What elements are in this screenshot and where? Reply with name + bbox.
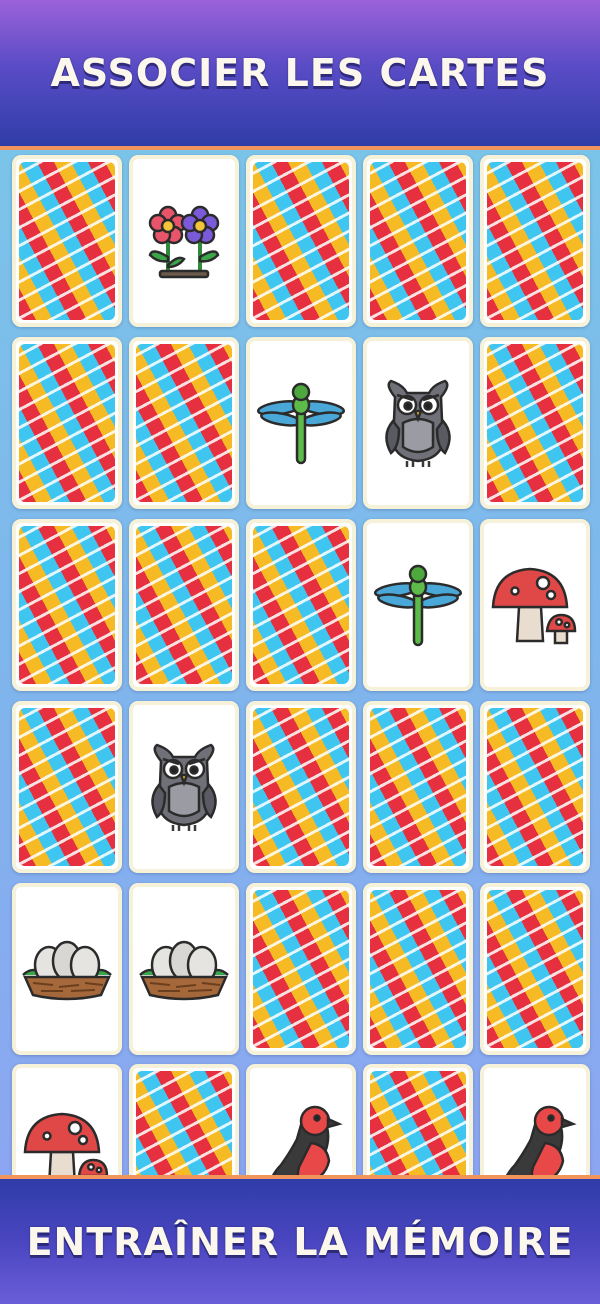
dragonfly-icon xyxy=(253,375,349,471)
card-back-pattern xyxy=(370,162,466,320)
card-face-dragonfly[interactable] xyxy=(363,519,473,691)
eggs-nest-icon xyxy=(19,929,115,1009)
card-back-pattern xyxy=(370,890,466,1048)
owl-icon xyxy=(373,373,463,473)
card-back[interactable] xyxy=(246,883,356,1055)
card-back[interactable] xyxy=(12,701,122,873)
card-back[interactable] xyxy=(480,155,590,327)
card-back-pattern xyxy=(19,344,115,502)
card-back-pattern xyxy=(253,708,349,866)
card-back[interactable] xyxy=(12,519,122,691)
card-face-mushroom[interactable] xyxy=(480,519,590,691)
card-back[interactable] xyxy=(363,155,473,327)
card-face-dragonfly[interactable] xyxy=(246,337,356,509)
card-back-pattern xyxy=(253,890,349,1048)
eggs-nest-icon xyxy=(136,929,232,1009)
mushroom-icon xyxy=(487,557,583,653)
card-back[interactable] xyxy=(129,519,239,691)
card-back-pattern xyxy=(487,708,583,866)
dragonfly-icon xyxy=(370,557,466,653)
header-banner: ASSOCIER LES CARTES xyxy=(0,0,600,150)
card-back[interactable] xyxy=(480,337,590,509)
card-face-owl[interactable] xyxy=(363,337,473,509)
card-face-eggs-nest[interactable] xyxy=(12,883,122,1055)
card-back-pattern xyxy=(19,708,115,866)
card-back-pattern xyxy=(487,162,583,320)
card-back-pattern xyxy=(487,890,583,1048)
card-face-eggs-nest[interactable] xyxy=(129,883,239,1055)
card-back[interactable] xyxy=(246,701,356,873)
header-title: ASSOCIER LES CARTES xyxy=(50,51,550,95)
card-back[interactable] xyxy=(12,337,122,509)
card-back[interactable] xyxy=(480,883,590,1055)
owl-icon xyxy=(139,737,229,837)
footer-title: ENTRAÎNER LA MÉMOIRE xyxy=(26,1219,574,1264)
card-back-pattern xyxy=(253,526,349,684)
card-back[interactable] xyxy=(12,155,122,327)
card-back-pattern xyxy=(253,162,349,320)
card-back-pattern xyxy=(19,162,115,320)
card-back[interactable] xyxy=(480,701,590,873)
card-back-pattern xyxy=(136,526,232,684)
card-back-pattern xyxy=(136,344,232,502)
card-back[interactable] xyxy=(363,883,473,1055)
card-back[interactable] xyxy=(363,701,473,873)
card-back[interactable] xyxy=(246,155,356,327)
card-face-flowers[interactable] xyxy=(129,155,239,327)
card-grid xyxy=(0,0,600,1300)
card-face-owl[interactable] xyxy=(129,701,239,873)
card-back-pattern xyxy=(487,344,583,502)
card-back-pattern xyxy=(370,708,466,866)
card-back[interactable] xyxy=(246,519,356,691)
card-back-pattern xyxy=(19,526,115,684)
footer-banner: ENTRAÎNER LA MÉMOIRE xyxy=(0,1175,600,1304)
flowers-icon xyxy=(138,195,230,287)
card-back[interactable] xyxy=(129,337,239,509)
